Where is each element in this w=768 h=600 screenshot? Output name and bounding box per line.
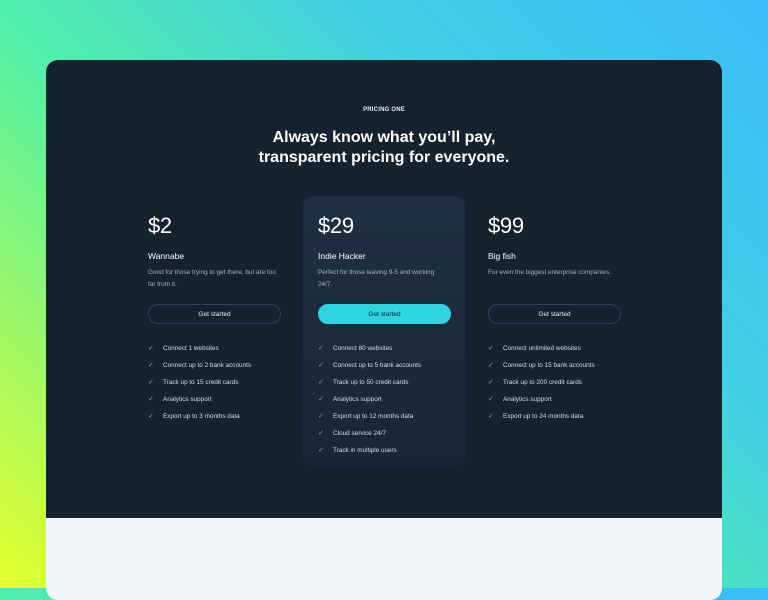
feature-item: ✓ Connect up to 2 bank accounts	[148, 357, 251, 374]
plan-price: $2	[148, 213, 172, 238]
check-icon: ✓	[148, 379, 154, 386]
plan-name: Indie Hacker	[318, 251, 366, 261]
feature-item: ✓ Cloud service 24/7	[318, 425, 421, 442]
pricing-card-indie-hacker: $29 Indie Hacker Perfect for those leavi…	[303, 196, 465, 466]
get-started-button[interactable]: Get started	[318, 304, 451, 324]
feature-list: ✓ Connect unlimited websites ✓ Connect up …	[488, 340, 595, 425]
feature-item: ✓ Track up to 200 credit cards	[488, 374, 595, 391]
app-frame: PRICING ONE Always know what you’ll pay,…	[46, 60, 722, 600]
feature-item: ✓ Export up to 3 months data	[148, 408, 251, 425]
feature-label: Connect up to 5 bank accounts	[333, 362, 422, 369]
check-icon: ✓	[488, 345, 494, 352]
headline-line-1: Always know what you’ll pay,	[272, 129, 496, 146]
section-headline: Always know what you’ll pay, transparent…	[46, 128, 722, 168]
feature-label: Connect 80 websites	[333, 345, 393, 352]
get-started-button[interactable]: Get started	[148, 304, 281, 324]
feature-item: ✓ Connect up to 5 bank accounts	[318, 357, 421, 374]
feature-label: Export up to 12 months data	[333, 413, 414, 420]
pricing-card-big-fish: $99 Big fish For even the biggest enterp…	[473, 196, 635, 466]
feature-item: ✓ Export up to 24 months data	[488, 408, 595, 425]
feature-item: ✓ Connect 1 websites	[148, 340, 251, 357]
feature-item: ✓ Export up to 12 months data	[318, 408, 421, 425]
plan-description: Good for those trying to get there, but …	[148, 269, 276, 288]
feature-item: ✓ Track in multiple users	[318, 442, 421, 459]
feature-list: ✓ Connect 80 websites ✓ Connect up to 5 ba…	[318, 340, 421, 459]
feature-label: Analytics support	[163, 396, 212, 403]
feature-item: ✓ Track up to 15 credit cards	[148, 374, 251, 391]
check-icon: ✓	[488, 413, 494, 420]
pricing-card-wannabe: $2 Wannabe Good for those trying to get …	[133, 196, 295, 466]
feature-label: Analytics support	[333, 396, 382, 403]
feature-label: Export up to 24 months data	[503, 413, 584, 420]
check-icon: ✓	[318, 362, 324, 369]
get-started-button[interactable]: Get started	[488, 304, 621, 324]
check-icon: ✓	[488, 396, 494, 403]
check-icon: ✓	[318, 379, 324, 386]
feature-item: ✓ Analytics support	[148, 391, 251, 408]
feature-item: ✓ Connect 80 websites	[318, 340, 421, 357]
headline-line-2: transparent pricing for everyone.	[258, 149, 510, 166]
check-icon: ✓	[318, 447, 324, 454]
check-icon: ✓	[318, 413, 324, 420]
feature-item: ✓ Track up to 50 credit cards	[318, 374, 421, 391]
feature-label: Cloud service 24/7	[333, 430, 386, 437]
feature-label: Track up to 50 credit cards	[333, 379, 409, 386]
check-icon: ✓	[318, 345, 324, 352]
feature-label: Connect 1 websites	[163, 345, 219, 352]
feature-label: Export up to 3 months data	[163, 413, 240, 420]
feature-item: ✓ Analytics support	[488, 391, 595, 408]
check-icon: ✓	[318, 430, 324, 437]
feature-label: Connect up to 15 bank accounts	[503, 362, 595, 369]
feature-label: Track up to 15 credit cards	[163, 379, 239, 386]
plan-price: $99	[488, 213, 524, 238]
feature-label: Analytics support	[503, 396, 552, 403]
feature-list: ✓ Connect 1 websites ✓ Connect up to 2 ban…	[148, 340, 251, 425]
check-icon: ✓	[488, 362, 494, 369]
feature-item: ✓ Analytics support	[318, 391, 421, 408]
check-icon: ✓	[148, 362, 154, 369]
feature-label: Track up to 200 credit cards	[503, 379, 582, 386]
feature-label: Connect unlimited websites	[503, 345, 581, 352]
feature-label: Track in multiple users	[333, 447, 397, 454]
feature-label: Connect up to 2 bank accounts	[163, 362, 252, 369]
pricing-section: PRICING ONE Always know what you’ll pay,…	[46, 60, 722, 518]
plan-name: Wannabe	[148, 251, 185, 261]
section-eyebrow: PRICING ONE	[363, 107, 405, 113]
feature-item: ✓ Connect unlimited websites	[488, 340, 595, 357]
plan-description: Perfect for those leaving 9-5 and workin…	[318, 269, 435, 288]
check-icon: ✓	[148, 413, 154, 420]
plan-price: $29	[318, 213, 354, 238]
check-icon: ✓	[148, 396, 154, 403]
check-icon: ✓	[488, 379, 494, 386]
check-icon: ✓	[148, 345, 154, 352]
plan-description: For even the biggest enterprise companie…	[488, 269, 611, 276]
plan-name: Big fish	[488, 251, 516, 261]
feature-item: ✓ Connect up to 15 bank accounts	[488, 357, 595, 374]
check-icon: ✓	[318, 396, 324, 403]
